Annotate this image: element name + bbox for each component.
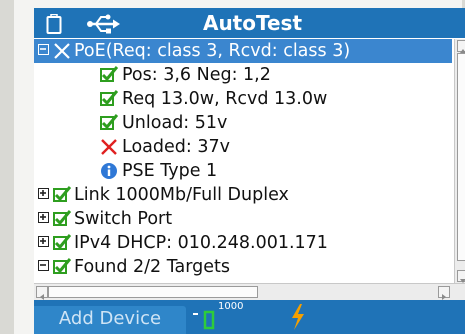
- tree-row-pse-type[interactable]: PSE Type 1: [34, 159, 452, 183]
- tree-row-label: PSE Type 1: [122, 161, 218, 181]
- expand-toggle[interactable]: [38, 212, 49, 223]
- tree-row-poe[interactable]: PoE(Req: class 3, Rcvd: class 3): [34, 39, 452, 63]
- tree-row-label: Found 2/2 Targets: [74, 257, 230, 277]
- page-title: AutoTest: [202, 11, 303, 35]
- scroll-left-arrow[interactable]: [36, 286, 48, 300]
- collapse-toggle[interactable]: [38, 260, 49, 271]
- tree-row-switch-port[interactable]: Switch Port: [34, 207, 452, 231]
- collapse-toggle[interactable]: [38, 44, 49, 55]
- info-icon: [101, 163, 117, 179]
- tree-row-pairs[interactable]: Pos: 3,6 Neg: 1,2: [34, 63, 452, 87]
- link-status-icon: [193, 310, 215, 330]
- tree-row-label: Switch Port: [74, 209, 173, 229]
- pass-check-icon: [53, 258, 71, 274]
- pass-check-icon: [100, 66, 118, 82]
- tree-row-label: PoE(Req: class 3, Rcvd: class 3): [74, 41, 351, 61]
- tree-row-link[interactable]: Link 1000Mb/Full Duplex: [34, 183, 452, 207]
- link-speed-label: 1000: [218, 301, 244, 312]
- pass-check-icon: [100, 90, 118, 106]
- expand-toggle[interactable]: [38, 188, 49, 199]
- fail-x-icon: [101, 139, 117, 155]
- title-bar: AutoTest: [34, 8, 465, 38]
- expand-toggle[interactable]: [38, 236, 49, 247]
- tree-row-label: IPv4 DHCP: 010.248.001.171: [74, 233, 328, 253]
- tree-row-label: Link 1000Mb/Full Duplex: [74, 185, 289, 205]
- device-screen: AutoTest PoE(Req: class 3, Rcvd: class 3…: [34, 8, 465, 334]
- tree-row-power[interactable]: Req 13.0w, Rcvd 13.0w: [34, 87, 452, 111]
- fail-x-icon: [54, 43, 70, 59]
- tree-row-ipv4[interactable]: IPv4 DHCP: 010.248.001.171: [34, 231, 452, 255]
- scroll-up-arrow[interactable]: [457, 40, 465, 53]
- tree-row-label: Loaded: 37v: [122, 137, 230, 157]
- scroll-down-arrow[interactable]: [457, 270, 465, 283]
- tree-row-targets[interactable]: Found 2/2 Targets: [34, 255, 452, 279]
- pass-check-icon: [53, 186, 71, 202]
- horizontal-scrollbar[interactable]: [34, 283, 465, 300]
- tree-row-loaded[interactable]: Loaded: 37v: [34, 135, 452, 159]
- scroll-right-arrow[interactable]: [438, 286, 450, 300]
- pass-check-icon: [53, 234, 71, 250]
- tree-row-unload[interactable]: Unload: 51v: [34, 111, 452, 135]
- tree-row-label: Pos: 3,6 Neg: 1,2: [122, 65, 271, 85]
- add-device-button[interactable]: Add Device: [34, 306, 186, 334]
- lightning-icon: [292, 304, 304, 330]
- tree-row-label: Unload: 51v: [122, 113, 228, 133]
- tree-row-label: Req 13.0w, Rcvd 13.0w: [122, 89, 328, 109]
- device-frame: AutoTest PoE(Req: class 3, Rcvd: class 3…: [14, 0, 465, 334]
- pass-check-icon: [53, 210, 71, 226]
- pass-check-icon: [100, 114, 118, 130]
- vertical-scroll-thumb[interactable]: [457, 53, 465, 261]
- horizontal-scroll-thumb[interactable]: [48, 286, 258, 298]
- results-tree: PoE(Req: class 3, Rcvd: class 3) Pos: 3,…: [34, 39, 452, 283]
- vertical-scrollbar[interactable]: [454, 39, 465, 283]
- status-bar: Add Device 1000: [34, 300, 465, 334]
